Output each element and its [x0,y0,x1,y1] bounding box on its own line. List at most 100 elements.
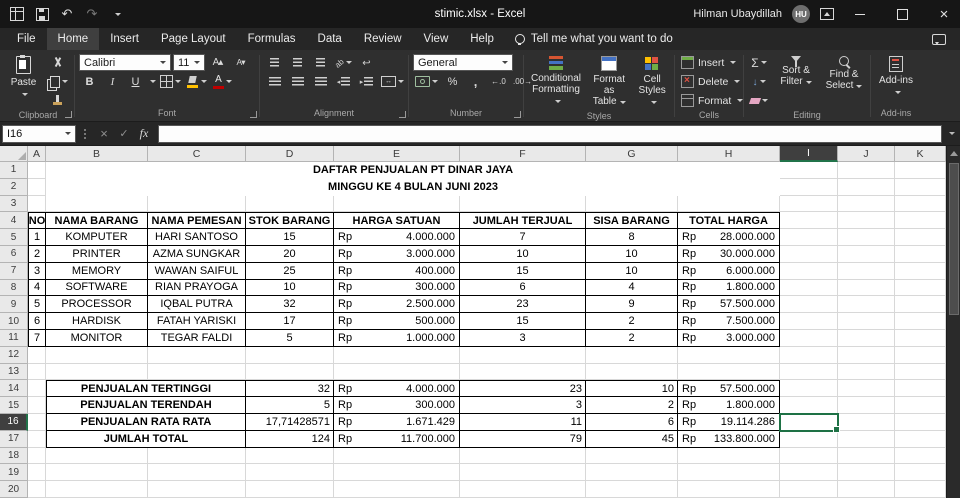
cell-I10[interactable] [780,313,838,330]
cell-H3[interactable] [678,195,780,213]
cell-F19[interactable] [460,464,586,482]
row-header-1[interactable]: 1 [0,162,28,179]
font-dialog-launcher[interactable] [250,111,257,118]
cell-J10[interactable] [838,313,895,330]
cell-F13[interactable] [460,363,586,381]
cell-F17[interactable]: 79 [460,430,586,448]
cell-E7[interactable]: Rp 400.000 [334,262,460,280]
close-button[interactable] [928,0,960,28]
cell-G20[interactable] [586,481,678,498]
cell-A7[interactable]: 3 [28,262,46,280]
format-as-table-button[interactable]: Format as Table [588,54,630,110]
cell-D7[interactable]: 25 [246,262,334,280]
cell-D6[interactable]: 20 [246,246,334,263]
vertical-scrollbar[interactable] [946,146,960,498]
tell-me-box[interactable]: Tell me what you want to do [514,33,673,45]
select-all-button[interactable] [0,146,28,162]
cell-H13[interactable] [678,363,780,381]
cell-G17[interactable]: 45 [586,430,678,448]
minimize-button[interactable] [844,0,876,28]
cell-G11[interactable]: 2 [586,330,678,347]
cell-H14[interactable]: Rp 57.500.000 [678,380,780,398]
summary-label-row-17[interactable]: JUMLAH TOTAL [46,430,246,448]
cell-A12[interactable] [28,346,46,364]
cell-C19[interactable] [148,464,246,482]
row-header-10[interactable]: 10 [0,313,28,330]
cell-C5[interactable]: HARI SANTOSO [148,229,246,246]
cell-A13[interactable] [28,363,46,381]
maximize-button[interactable] [886,0,918,28]
cell-A2[interactable] [28,178,46,196]
find-select-button[interactable]: Find & Select [822,54,866,93]
cell-H9[interactable]: Rp 57.500.000 [678,296,780,314]
column-header-D[interactable]: D [246,146,334,162]
align-top-button[interactable] [264,54,285,71]
scroll-up-button[interactable] [947,146,960,161]
cell-D13[interactable] [246,363,334,381]
addins-button[interactable]: Add-ins [875,54,917,99]
clear-button[interactable] [748,92,770,109]
cell-D14[interactable]: 32 [246,380,334,398]
cell-K5[interactable] [895,229,946,246]
cell-I17[interactable] [780,430,838,448]
cell-J8[interactable] [838,279,895,297]
cell-A5[interactable]: 1 [28,229,46,246]
cell-K3[interactable] [895,195,946,213]
cell-I15[interactable] [780,397,838,414]
cell-B13[interactable] [46,363,148,381]
increase-decimal-button[interactable] [488,73,509,90]
row-header-17[interactable]: 17 [0,430,28,448]
tab-review[interactable]: Review [353,28,413,50]
fill-color-button[interactable] [185,73,209,90]
cell-H12[interactable] [678,346,780,364]
row-header-6[interactable]: 6 [0,246,28,263]
cell-F8[interactable]: 6 [460,279,586,297]
font-size-select[interactable]: 11 [173,54,205,71]
cell-I4[interactable] [780,212,838,230]
cell-K2[interactable] [895,178,946,196]
column-header-J[interactable]: J [838,146,895,162]
cell-G12[interactable] [586,346,678,364]
cell-D3[interactable] [246,195,334,213]
cell-H7[interactable]: Rp 6.000.000 [678,262,780,280]
fill-button[interactable] [748,73,770,90]
row-header-3[interactable]: 3 [0,195,28,213]
tab-file[interactable]: File [6,28,47,50]
underline-button[interactable] [125,73,146,90]
wrap-text-button[interactable] [356,54,377,71]
cell-J16[interactable] [838,414,895,431]
cell-G3[interactable] [586,195,678,213]
merge-center-button[interactable] [379,73,406,90]
cell-A4[interactable]: NO [28,212,46,230]
sort-filter-button[interactable]: Sort & Filter [774,54,818,89]
cell-E5[interactable]: Rp 4.000.000 [334,229,460,246]
cell-A10[interactable]: 6 [28,313,46,330]
cell-K15[interactable] [895,397,946,414]
cell-K12[interactable] [895,346,946,364]
cell-G18[interactable] [586,447,678,465]
conditional-formatting-button[interactable]: Conditional Formatting [528,54,584,109]
cell-F11[interactable]: 3 [460,330,586,347]
row-header-14[interactable]: 14 [0,380,28,398]
comma-style-button[interactable] [465,73,486,90]
alignment-dialog-launcher[interactable] [399,111,406,118]
cell-I1[interactable] [780,162,838,179]
cell-A1[interactable] [28,162,46,179]
cell-C20[interactable] [148,481,246,498]
cell-I19[interactable] [780,464,838,482]
cell-J4[interactable] [838,212,895,230]
cell-J15[interactable] [838,397,895,414]
cell-J3[interactable] [838,195,895,213]
row-header-8[interactable]: 8 [0,279,28,297]
row-header-15[interactable]: 15 [0,397,28,414]
accounting-format-button[interactable] [413,73,440,90]
row-header-12[interactable]: 12 [0,346,28,364]
number-dialog-launcher[interactable] [514,111,521,118]
cell-B8[interactable]: SOFTWARE [46,279,148,297]
borders-button[interactable] [158,73,183,90]
decrease-indent-button[interactable] [333,73,354,90]
cell-K16[interactable] [895,414,946,431]
cell-G8[interactable]: 4 [586,279,678,297]
cell-I13[interactable] [780,363,838,381]
cell-J2[interactable] [838,178,895,196]
